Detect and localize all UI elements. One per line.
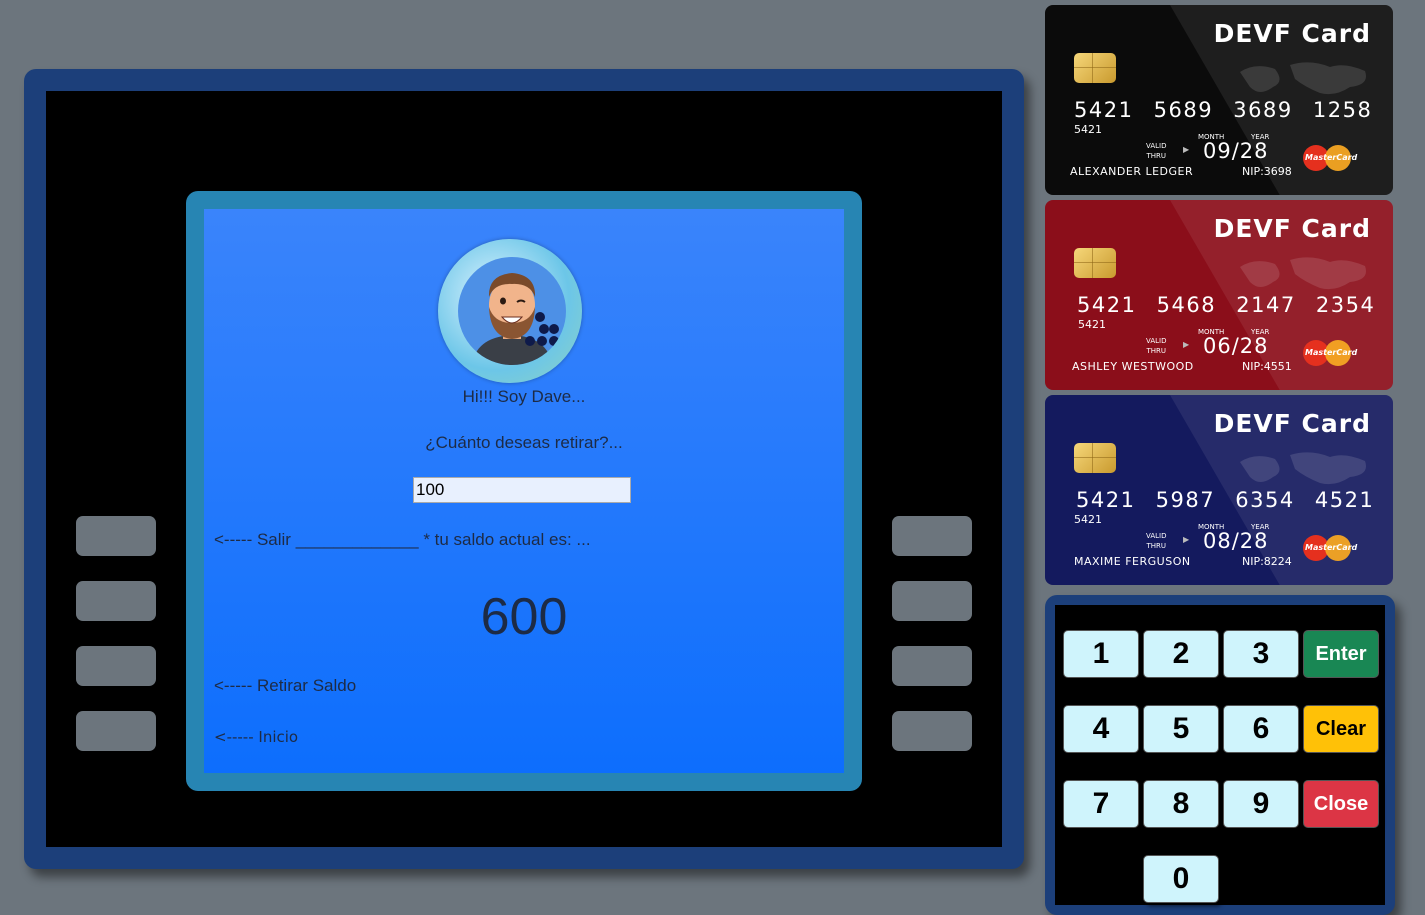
card-holder: MAXIME FERGUSON xyxy=(1074,555,1191,568)
close-button[interactable]: Close xyxy=(1303,780,1379,828)
card-bin: 5421 xyxy=(1074,513,1102,526)
mastercard-logo: MasterCard xyxy=(1303,535,1357,561)
atm-left-button-3[interactable] xyxy=(76,646,156,686)
chip-icon xyxy=(1074,248,1116,278)
key-0[interactable]: 0 xyxy=(1143,855,1219,903)
card-expiry: 09/28 xyxy=(1203,139,1269,163)
card-number: 5421 5987 6354 4521 xyxy=(1076,488,1375,512)
atm-right-button-1[interactable] xyxy=(892,516,972,556)
card-brand: DEVF Card xyxy=(1213,19,1371,48)
card-expiry: 08/28 xyxy=(1203,529,1269,553)
card-bin: 5421 xyxy=(1078,318,1106,331)
chip-icon xyxy=(1074,53,1116,83)
amount-input[interactable] xyxy=(413,477,631,503)
card-maxime[interactable]: DEVF Card 5421 5987 6354 4521 5421 VALID… xyxy=(1045,395,1393,585)
clear-button[interactable]: Clear xyxy=(1303,705,1379,753)
avatar xyxy=(438,239,582,383)
screen-frame: Hi!!! Soy Dave... ¿Cuánto deseas retirar… xyxy=(186,191,862,791)
exit-option: <----- Salir _____________ * tu saldo ac… xyxy=(214,530,591,549)
mastercard-logo: MasterCard xyxy=(1303,340,1357,366)
atm-left-button-4[interactable] xyxy=(76,711,156,751)
withdraw-option: <----- Retirar Saldo xyxy=(214,676,357,695)
atm-right-button-3[interactable] xyxy=(892,646,972,686)
atm-left-button-1[interactable] xyxy=(76,516,156,556)
key-5[interactable]: 5 xyxy=(1143,705,1219,753)
key-1[interactable]: 1 xyxy=(1063,630,1139,678)
card-brand: DEVF Card xyxy=(1213,409,1371,438)
keypad-body: 1 2 3 Enter 4 5 6 Clear 7 8 9 Close 0 xyxy=(1055,605,1385,905)
arrow-icon: ▶ xyxy=(1183,340,1190,349)
card-holder: ASHLEY WESTWOOD xyxy=(1072,360,1194,373)
enter-button[interactable]: Enter xyxy=(1303,630,1379,678)
key-9[interactable]: 9 xyxy=(1223,780,1299,828)
key-4[interactable]: 4 xyxy=(1063,705,1139,753)
atm-left-button-2[interactable] xyxy=(76,581,156,621)
card-number: 5421 5689 3689 1258 xyxy=(1074,98,1373,122)
chip-icon xyxy=(1074,443,1116,473)
mastercard-logo: MasterCard xyxy=(1303,145,1357,171)
atm-frame: Hi!!! Soy Dave... ¿Cuánto deseas retirar… xyxy=(24,69,1024,869)
arrow-icon: ▶ xyxy=(1183,535,1190,544)
card-alexander[interactable]: DEVF Card 5421 5689 3689 1258 5421 VALID… xyxy=(1045,5,1393,195)
card-nip: NIP:8224 xyxy=(1242,555,1292,568)
avatar-dave-icon xyxy=(458,257,566,365)
valid-thru-label: VALID THRU xyxy=(1146,532,1167,550)
keypad: 1 2 3 Enter 4 5 6 Clear 7 8 9 Close 0 xyxy=(1045,595,1395,915)
key-7[interactable]: 7 xyxy=(1063,780,1139,828)
balance-value: 600 xyxy=(480,588,568,646)
card-brand: DEVF Card xyxy=(1213,214,1371,243)
card-number: 5421 5468 2147 2354 xyxy=(1077,293,1376,317)
atm-body: Hi!!! Soy Dave... ¿Cuánto deseas retirar… xyxy=(46,91,1002,847)
key-3[interactable]: 3 xyxy=(1223,630,1299,678)
card-holder: ALEXANDER LEDGER xyxy=(1070,165,1194,178)
withdraw-question: ¿Cuánto deseas retirar?... xyxy=(425,433,623,452)
key-2[interactable]: 2 xyxy=(1143,630,1219,678)
valid-thru-label: VALID THRU xyxy=(1146,337,1167,355)
card-bin: 5421 xyxy=(1074,123,1102,136)
atm-screen: Hi!!! Soy Dave... ¿Cuánto deseas retirar… xyxy=(204,209,844,773)
card-ashley[interactable]: DEVF Card 5421 5468 2147 2354 5421 VALID… xyxy=(1045,200,1393,390)
greeting-text: Hi!!! Soy Dave... xyxy=(462,387,586,406)
atm-right-button-4[interactable] xyxy=(892,711,972,751)
card-nip: NIP:4551 xyxy=(1242,360,1292,373)
card-nip: NIP:3698 xyxy=(1242,165,1292,178)
valid-thru-label: VALID THRU xyxy=(1146,142,1167,160)
card-expiry: 06/28 xyxy=(1203,334,1269,358)
key-6[interactable]: 6 xyxy=(1223,705,1299,753)
arrow-icon: ▶ xyxy=(1183,145,1190,154)
key-8[interactable]: 8 xyxy=(1143,780,1219,828)
home-option: <----- Inicio xyxy=(214,728,299,746)
atm-right-button-2[interactable] xyxy=(892,581,972,621)
